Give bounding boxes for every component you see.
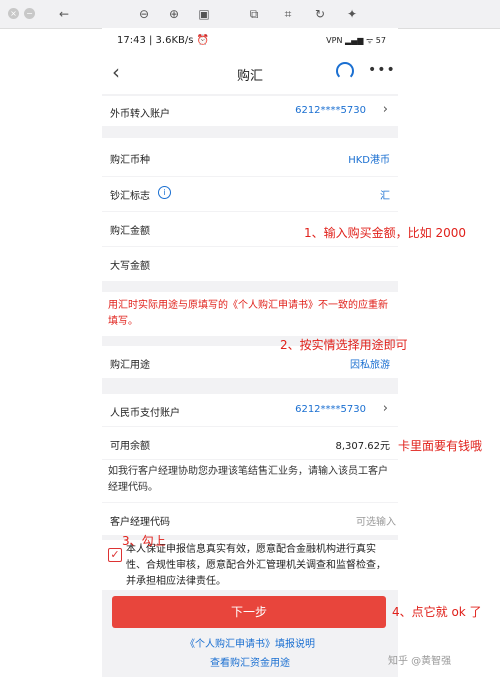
scan-icon[interactable]: ⌗ [280, 6, 296, 22]
nav-bar: ‹ 购汇 ••• [102, 52, 398, 94]
manager-note-text: 如我行客户经理协助您办理该笔结售汇业务，请输入该员工客户经理代码。 [108, 466, 388, 493]
rotate-icon[interactable]: ↻ [312, 6, 328, 22]
more-icon[interactable]: ••• [368, 62, 396, 78]
status-bar: 17:43 | 3.6KB/s ⏰ VPN ▂▄▆ ᯤ 57 [102, 28, 398, 52]
purpose-note: 用汇时实际用途与原填写的《个人购汇申请书》不一致的应重新填写。 [102, 292, 398, 336]
chevron-right-icon: › [382, 401, 388, 416]
balance-label: 可用余额 [110, 441, 150, 452]
status-time: 17:43 | 3.6KB/s ⏰ [117, 35, 210, 46]
close-window-icon[interactable]: × [8, 8, 19, 19]
balance-row: 可用余额 8,307.62元 [102, 427, 398, 459]
image-viewer-toolbar: × − ← ⊖ ⊕ ▣ ⧉ ⌗ ↻ ✦ [0, 0, 500, 29]
status-indicators: VPN ▂▄▆ ᯤ 57 [326, 36, 386, 45]
rmb-account-label: 人民币支付账户 [110, 408, 180, 419]
annotation-balance: 卡里面要有钱哦 [398, 439, 483, 453]
declaration-text: 本人保证申报信息真实有效，愿意配合金融机构进行真实性、合规性审核，愿意配合外汇管… [126, 544, 386, 587]
funds-usage-link[interactable]: 查看购汇资金用途 [102, 654, 398, 669]
declaration-checkbox[interactable]: ✓ [108, 548, 122, 562]
rmb-account-value: 6212****5730 [295, 404, 366, 415]
zoom-out-icon[interactable]: ⊖ [136, 6, 152, 22]
manager-code-input[interactable]: 可选输入 [356, 513, 396, 528]
annotation-step-1: 1、输入购买金额，比如 2000 [304, 226, 466, 240]
annotation-step-4: 4、点它就 ok 了 [392, 605, 482, 619]
purpose-value: 因私旅游 [350, 360, 390, 371]
cash-flag-value: 汇 [380, 191, 390, 202]
annotation-step-3: 3、勾上 [122, 534, 166, 548]
watermark: 知乎 @黄智强 [388, 656, 452, 667]
back-icon[interactable]: ← [56, 6, 72, 22]
crop-icon[interactable]: ⧉ [246, 6, 262, 22]
annotation-step-2: 2、按实情选择用途即可 [280, 338, 408, 352]
fx-account-label: 外币转入账户 [110, 109, 170, 120]
currency-value: HKD港币 [348, 155, 390, 166]
fit-icon[interactable]: ▣ [196, 6, 212, 22]
amount-upper-row: 大写金额 [102, 247, 398, 281]
manager-code-row[interactable]: 客户经理代码 可选输入 [102, 503, 398, 535]
currency-row[interactable]: 购汇币种 HKD港币 [102, 138, 398, 176]
amount-label: 购汇金额 [110, 226, 150, 237]
next-button[interactable]: 下一步 [112, 596, 386, 628]
chevron-right-icon: › [382, 102, 388, 117]
fx-account-value: 6212****5730 [295, 105, 366, 116]
info-icon[interactable]: i [158, 186, 171, 199]
currency-label: 购汇币种 [110, 155, 150, 166]
amount-upper-label: 大写金额 [110, 261, 150, 272]
zoom-in-icon[interactable]: ⊕ [166, 6, 182, 22]
balance-value: 8,307.62元 [335, 441, 390, 452]
form-help-link[interactable]: 《个人购汇申请书》填报说明 [102, 635, 398, 650]
minimize-window-icon[interactable]: − [24, 8, 35, 19]
manager-note: 如我行客户经理协助您办理该笔结售汇业务，请输入该员工客户经理代码。 [102, 460, 398, 502]
cash-flag-label: 钞汇标志 [110, 191, 150, 202]
magic-icon[interactable]: ✦ [344, 6, 360, 22]
cash-flag-row[interactable]: 钞汇标志 i 汇 [102, 177, 398, 211]
purpose-label: 购汇用途 [110, 360, 150, 371]
fx-account-row[interactable]: 外币转入账户 6212****5730 › [102, 96, 398, 126]
manager-code-label: 客户经理代码 [110, 517, 170, 528]
rmb-account-row[interactable]: 人民币支付账户 6212****5730 › [102, 394, 398, 426]
customer-service-icon[interactable] [336, 62, 354, 80]
purpose-note-text: 用汇时实际用途与原填写的《个人购汇申请书》不一致的应重新填写。 [108, 300, 388, 327]
